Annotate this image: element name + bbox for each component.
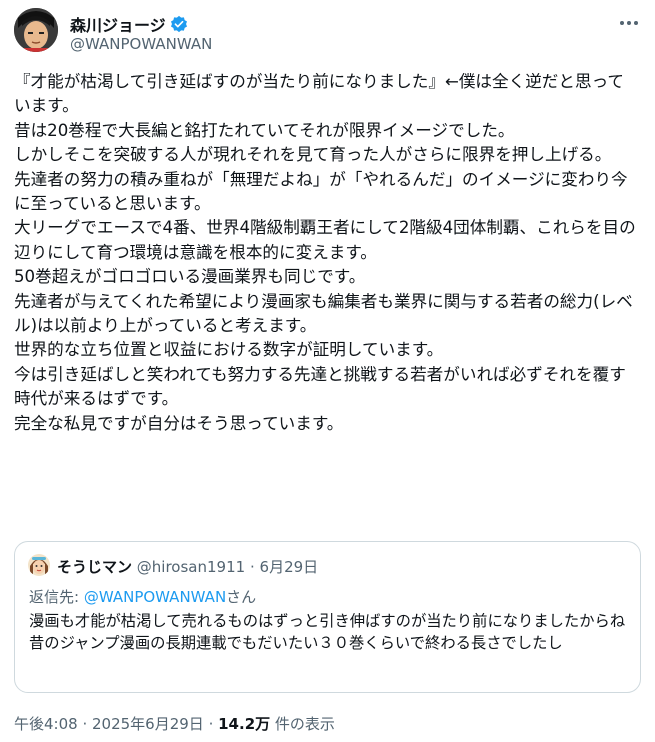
- verified-badge-icon: [170, 15, 188, 33]
- quoted-author-handle[interactable]: @hirosan1911: [137, 558, 245, 576]
- quoted-author-avatar[interactable]: [28, 554, 50, 576]
- tweet-body: 『才能が枯渇して引き延ばすのが当たり前になりました』←僕は全く逆だと思っています…: [14, 72, 636, 433]
- quoted-separator: ·: [249, 558, 255, 576]
- tweet-time[interactable]: 午後4:08: [14, 715, 78, 733]
- quoted-date[interactable]: 6月29日: [260, 558, 319, 576]
- reply-to-line: 返信先: @WANPOWANWANさん: [29, 586, 256, 607]
- reply-mention-link[interactable]: @WANPOWANWAN: [84, 588, 226, 606]
- reply-prefix: 返信先:: [29, 588, 84, 606]
- author-display-name[interactable]: 森川ジョージ: [70, 12, 166, 36]
- meta-separator: ·: [203, 715, 219, 733]
- author-avatar[interactable]: [14, 8, 58, 52]
- view-count-label: 件の表示: [270, 715, 335, 733]
- view-count: 14.2万: [218, 715, 271, 733]
- author-name-row: 森川ジョージ: [70, 12, 188, 36]
- meta-separator: ·: [77, 715, 92, 733]
- quoted-tweet-body: 漫画も才能が枯渇して売れるものはずっと引き伸ばすのが当たり前になりましたからね …: [29, 612, 626, 652]
- quoted-tweet-header: そうじマン @hirosan1911 · 6月29日: [57, 556, 318, 577]
- tweet-meta: 午後4:08 · 2025年6月29日 · 14.2万 件の表示: [14, 713, 335, 734]
- tweet-header: 森川ジョージ @WANPOWANWAN: [14, 8, 641, 60]
- author-handle[interactable]: @WANPOWANWAN: [70, 35, 212, 53]
- reply-suffix: さん: [226, 588, 257, 606]
- quoted-tweet-card[interactable]: そうじマン @hirosan1911 · 6月29日 返信先: @WANPOWA…: [14, 541, 641, 693]
- more-options-icon[interactable]: [617, 14, 641, 32]
- tweet-date[interactable]: 2025年6月29日: [92, 715, 204, 733]
- quoted-author-name[interactable]: そうじマン: [57, 558, 132, 576]
